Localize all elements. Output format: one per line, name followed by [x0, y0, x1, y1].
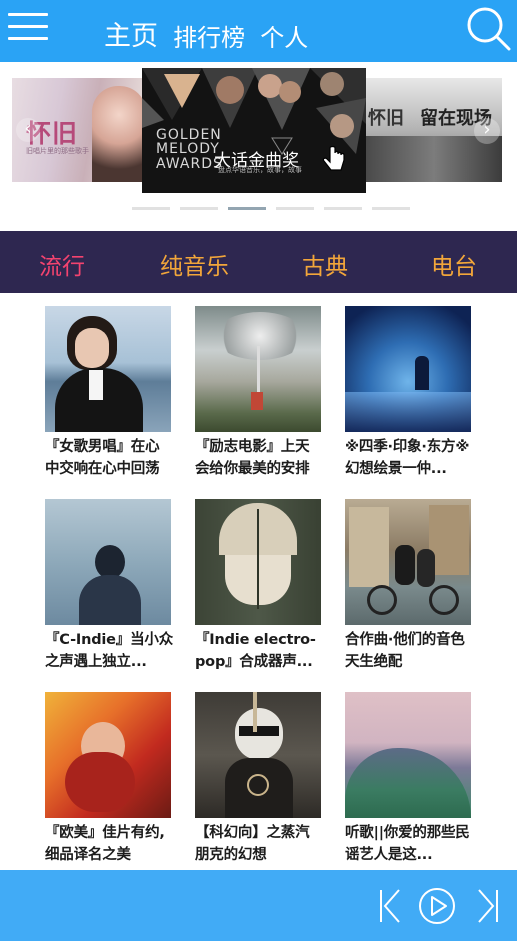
banner-right-title-1: 怀旧	[368, 108, 404, 129]
banner-left-subtitle: 旧唱片里的那些歌手	[26, 147, 89, 155]
carousel-dot-active[interactable]	[228, 207, 266, 210]
nav-home[interactable]: 主页	[104, 14, 158, 53]
playlist-cover[interactable]	[345, 692, 471, 818]
skip-back-icon[interactable]	[378, 888, 402, 928]
playlist-cover[interactable]	[195, 692, 321, 818]
category-tabs: 流行 纯音乐 古典 电台	[0, 231, 517, 293]
playlist-card[interactable]: 合作曲·他们的音色天生绝配	[345, 499, 471, 673]
playlist-card[interactable]: 『C-Indie』当小众之声遇上独立...	[45, 499, 173, 673]
carousel-prev-icon[interactable]: ‹	[16, 118, 40, 142]
playlist-cover[interactable]	[345, 306, 471, 432]
play-icon[interactable]	[417, 886, 457, 930]
playlist-card[interactable]: 『Indie electro-pop』合成器声...	[195, 499, 321, 673]
playlist-title[interactable]: 『欧美』佳片有约, 细品译名之美	[45, 822, 173, 866]
playlist-card[interactable]: 【科幻向】之蒸汽朋克的幻想	[195, 692, 321, 866]
nav-personal[interactable]: 个人	[260, 18, 308, 53]
carousel-dot[interactable]	[276, 207, 314, 210]
carousel-next-icon[interactable]: ›	[474, 118, 500, 144]
playlist-card[interactable]: 听歌||你爱的那些民谣艺人是这...	[345, 692, 471, 866]
playlist-title[interactable]: 【科幻向】之蒸汽朋克的幻想	[195, 822, 323, 866]
banner-left-portrait	[92, 86, 142, 182]
banner-main-en-3: AWARDS	[156, 156, 223, 172]
banner-main-subtitle: 盘点华语音乐，故事，故事	[218, 166, 302, 174]
skip-forward-icon[interactable]	[476, 888, 500, 928]
tab-classical[interactable]: 古典	[302, 247, 348, 281]
tab-instrumental[interactable]: 纯音乐	[160, 247, 229, 281]
playlist-cover[interactable]	[195, 306, 321, 432]
playlist-cover[interactable]	[45, 692, 171, 818]
playlist-card[interactable]: 『励志电影』上天会给你最美的安排	[195, 306, 321, 480]
playlist-cover[interactable]	[345, 499, 471, 625]
carousel-dot[interactable]	[324, 207, 362, 210]
playlist-title[interactable]: 『励志电影』上天会给你最美的安排	[195, 436, 323, 480]
playlist-title[interactable]: 『女歌男唱』在心中交响在心中回荡	[45, 436, 173, 480]
playlist-title[interactable]: 『C-Indie』当小众之声遇上独立...	[45, 629, 173, 673]
tab-radio[interactable]: 电台	[431, 247, 477, 281]
playlist-card[interactable]: 『欧美』佳片有约, 细品译名之美	[45, 692, 171, 866]
menu-icon[interactable]	[6, 7, 50, 45]
playlist-cover[interactable]	[45, 499, 171, 625]
playlist-title[interactable]: ※四季·印象·东方※幻想绘景一仲...	[345, 436, 473, 480]
player-bar	[0, 870, 517, 941]
banner-main-en-2: MELODY	[156, 141, 220, 157]
carousel-dot[interactable]	[180, 207, 218, 210]
nav-ranking[interactable]: 排行榜	[173, 18, 245, 53]
playlist-title[interactable]: 『Indie electro-pop』合成器声...	[195, 629, 323, 673]
playlist-title[interactable]: 听歌||你爱的那些民谣艺人是这...	[345, 822, 473, 866]
playlist-card[interactable]: 『女歌男唱』在心中交响在心中回荡	[45, 306, 171, 480]
carousel-dot[interactable]	[372, 207, 410, 210]
banner-carousel[interactable]: 怀旧 旧唱片里的那些歌手 GOLDEN MELODY AWARDS 大话金曲奖 …	[0, 62, 517, 230]
playlist-cover[interactable]	[195, 499, 321, 625]
carousel-dot[interactable]	[132, 207, 170, 210]
top-nav: 主页 排行榜 个人	[104, 14, 318, 53]
hand-cursor-icon	[322, 145, 346, 176]
tab-pop[interactable]: 流行	[39, 247, 85, 281]
top-header: 主页 排行榜 个人	[0, 0, 517, 62]
playlist-cover[interactable]	[45, 306, 171, 432]
search-icon[interactable]	[464, 4, 512, 52]
playlist-title[interactable]: 合作曲·他们的音色天生绝配	[345, 629, 473, 673]
playlist-card[interactable]: ※四季·印象·东方※幻想绘景一仲...	[345, 306, 471, 480]
